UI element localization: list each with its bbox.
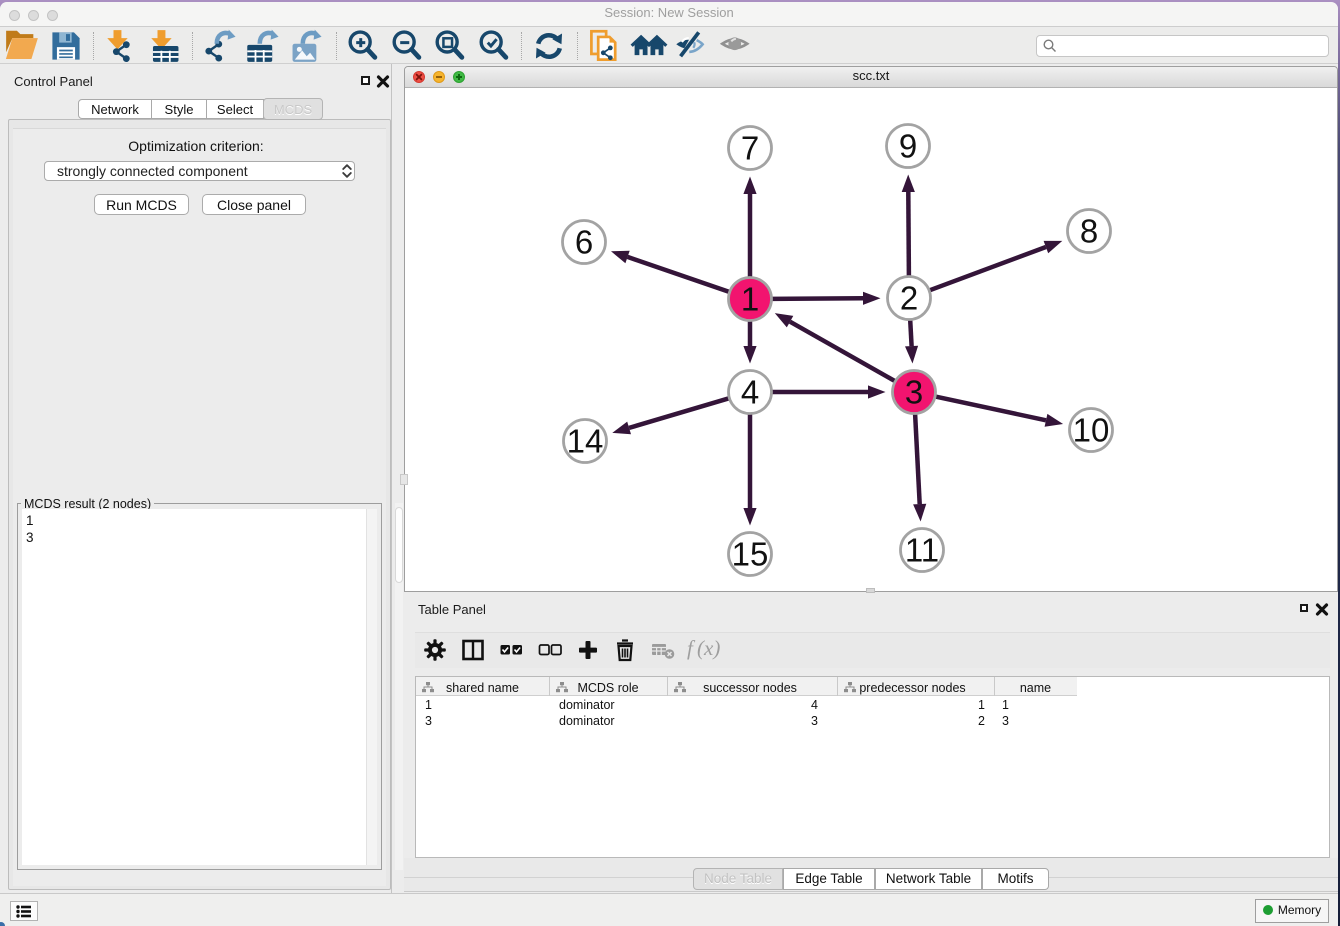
svg-text:11: 11 xyxy=(905,532,939,569)
svg-text:2: 2 xyxy=(900,280,918,317)
svg-text:1: 1 xyxy=(741,281,759,318)
svg-text:9: 9 xyxy=(899,128,917,165)
svg-text:7: 7 xyxy=(741,130,759,167)
svg-text:10: 10 xyxy=(1073,412,1110,449)
svg-text:8: 8 xyxy=(1080,213,1098,250)
svg-text:6: 6 xyxy=(575,224,593,261)
svg-text:3: 3 xyxy=(905,374,923,411)
svg-text:15: 15 xyxy=(732,536,769,573)
svg-text:4: 4 xyxy=(741,374,759,411)
svg-text:14: 14 xyxy=(567,423,604,460)
